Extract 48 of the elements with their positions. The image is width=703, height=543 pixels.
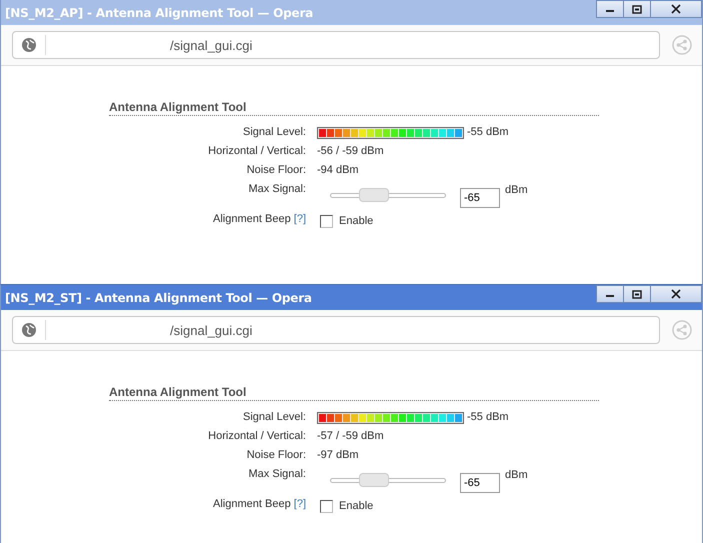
close-icon — [671, 289, 681, 299]
field-label: Noise Floor: — [246, 448, 306, 463]
address-field[interactable]: /signal_gui.cgi — [12, 316, 660, 344]
max-signal-input[interactable]: -65 — [460, 473, 500, 493]
url-text: /signal_gui.cgi — [170, 38, 252, 52]
field-label: Alignment Beep — [213, 498, 291, 510]
window-title: [NS_M2_ST] - Antenna Alignment Tool — Opera — [5, 290, 312, 304]
field-label: Noise Floor: — [246, 163, 306, 178]
field-label: Horizontal / Vertical: — [207, 429, 306, 444]
maximize-icon — [632, 4, 642, 14]
field-label: Max Signal: — [248, 182, 306, 197]
maximize-button[interactable] — [623, 285, 651, 303]
field-value: -97 dBm — [317, 448, 359, 463]
window-title: [NS_M2_AP] - Antenna Alignment Tool — Opera — [5, 6, 314, 20]
max-signal-input[interactable]: -65 — [460, 188, 500, 208]
address-field[interactable]: /signal_gui.cgi — [12, 31, 660, 59]
maximize-icon — [632, 290, 642, 298]
section-heading: Antenna Alignment Tool — [109, 385, 599, 401]
field-label: Signal Level: — [242, 125, 306, 140]
unit-label: dBm — [505, 469, 528, 481]
unit-label: dBm — [505, 184, 528, 196]
signal-reading: -55 dBm — [467, 410, 509, 425]
close-button[interactable] — [650, 285, 702, 303]
checkbox-label: Enable — [339, 499, 374, 514]
help-link[interactable]: [?] — [294, 498, 306, 510]
max-signal-slider[interactable] — [330, 188, 446, 202]
minimize-button[interactable] — [596, 285, 624, 303]
max-signal-slider[interactable] — [330, 473, 446, 487]
globe-icon — [21, 322, 37, 338]
globe-icon — [21, 37, 37, 53]
close-icon — [671, 4, 681, 14]
signal-reading: -55 dBm — [467, 125, 509, 140]
minimize-button[interactable] — [596, 0, 624, 18]
url-text: /signal_gui.cgi — [170, 322, 252, 338]
field-label: Max Signal: — [248, 467, 306, 482]
section-heading: Antenna Alignment Tool — [109, 100, 599, 116]
field-value: -94 dBm — [317, 163, 359, 178]
field-value: -57 / -59 dBm — [317, 429, 384, 444]
close-button[interactable] — [650, 0, 702, 18]
maximize-button[interactable] — [623, 0, 651, 18]
field-label: Signal Level: — [242, 410, 306, 425]
enable-checkbox[interactable] — [320, 215, 333, 228]
field-label: Horizontal / Vertical: — [207, 144, 306, 159]
enable-checkbox[interactable] — [320, 500, 333, 513]
help-link[interactable]: [?] — [294, 213, 306, 225]
field-label: Alignment Beep — [213, 213, 291, 225]
checkbox-label: Enable — [339, 214, 374, 229]
field-value: -56 / -59 dBm — [317, 144, 384, 159]
